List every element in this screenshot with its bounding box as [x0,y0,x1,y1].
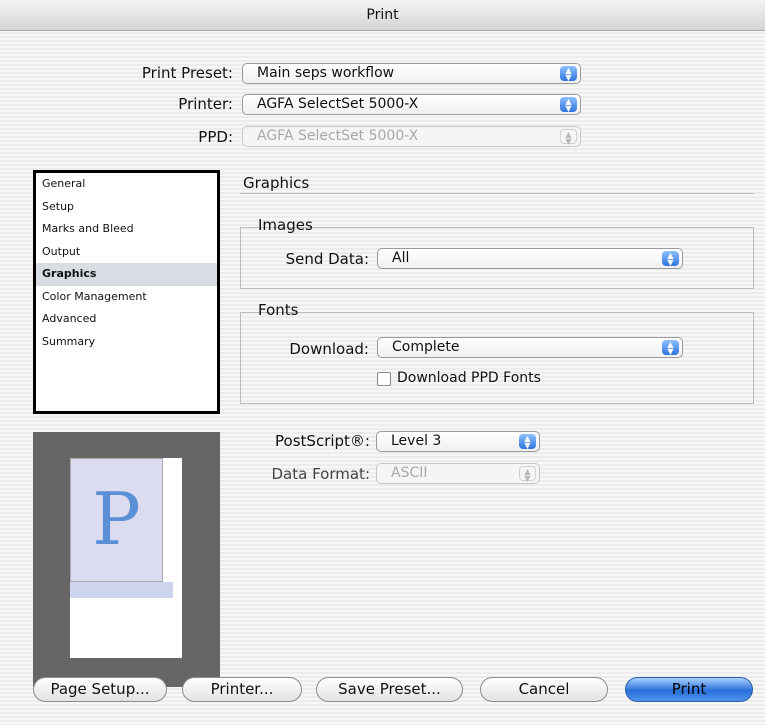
popup-arrows-icon: ▲ ▼ [519,434,536,450]
print-preset-popup[interactable]: Main seps workflow ▲ ▼ [242,63,581,84]
preview-bleed-area [70,582,173,598]
fonts-group [240,312,754,404]
postscript-value: Level 3 [391,433,442,449]
images-group-title: Images [258,216,313,234]
window-title: Print [0,0,765,31]
postscript-label: PostScript®: [275,432,370,450]
send-data-popup[interactable]: All ▲ ▼ [377,248,683,269]
sidebar-item-summary[interactable]: Summary [36,331,217,354]
sidebar-item-general[interactable]: General [36,173,217,196]
panel-title: Graphics [243,174,310,192]
save-preset-button[interactable]: Save Preset... [316,677,463,702]
sidebar-item-setup[interactable]: Setup [36,196,217,219]
data-format-value: ASCII [391,465,428,481]
cancel-button[interactable]: Cancel [480,677,608,702]
popup-arrows-icon: ▲ ▼ [662,251,679,267]
printer-label: Printer: [178,95,233,113]
download-label: Download: [289,340,369,358]
sidebar-item-advanced[interactable]: Advanced [36,308,217,331]
popup-arrows-icon: ▲ ▼ [560,97,577,113]
send-data-value: All [392,250,410,266]
download-ppd-fonts-checkbox[interactable] [377,372,391,386]
preview-letter: P [92,477,141,561]
data-format-label: Data Format: [271,465,371,483]
sidebar-item-color-management[interactable]: Color Management [36,286,217,309]
preview-image-area: P [70,458,163,582]
fonts-group-title: Fonts [258,301,299,319]
popup-arrows-icon: ▲ ▼ [560,66,577,82]
ppd-value: AGFA SelectSet 5000-X [257,128,419,144]
popup-arrows-icon: ▲ ▼ [560,129,577,146]
data-format-popup: ASCII ▲ ▼ [376,463,540,484]
sidebar-item-marks-and-bleed[interactable]: Marks and Bleed [36,218,217,241]
panel-divider [240,193,754,194]
ppd-label: PPD: [198,128,233,146]
print-preset-label: Print Preset: [141,64,233,82]
ppd-popup: AGFA SelectSet 5000-X ▲ ▼ [242,126,581,147]
download-popup[interactable]: Complete ▲ ▼ [377,337,683,358]
print-dialog: Print Print Preset: Main seps workflow ▲… [0,0,765,725]
postscript-popup[interactable]: Level 3 ▲ ▼ [376,431,540,452]
sidebar-item-output[interactable]: Output [36,241,217,264]
print-preset-value: Main seps workflow [257,65,395,81]
popup-arrows-icon: ▲ ▼ [519,466,536,483]
popup-arrows-icon: ▲ ▼ [662,340,679,356]
printer-value: AGFA SelectSet 5000-X [257,96,419,112]
download-value: Complete [392,339,460,355]
print-button[interactable]: Print [625,677,753,702]
page-preview: P [33,432,220,687]
sidebar-item-graphics[interactable]: Graphics [36,263,217,286]
printer-popup[interactable]: AGFA SelectSet 5000-X ▲ ▼ [242,94,581,115]
download-ppd-fonts-label: Download PPD Fonts [397,370,541,386]
send-data-label: Send Data: [285,250,369,268]
page-setup-button[interactable]: Page Setup... [33,677,167,702]
printer-button[interactable]: Printer... [182,677,302,702]
category-list: General Setup Marks and Bleed Output Gra… [33,170,220,414]
